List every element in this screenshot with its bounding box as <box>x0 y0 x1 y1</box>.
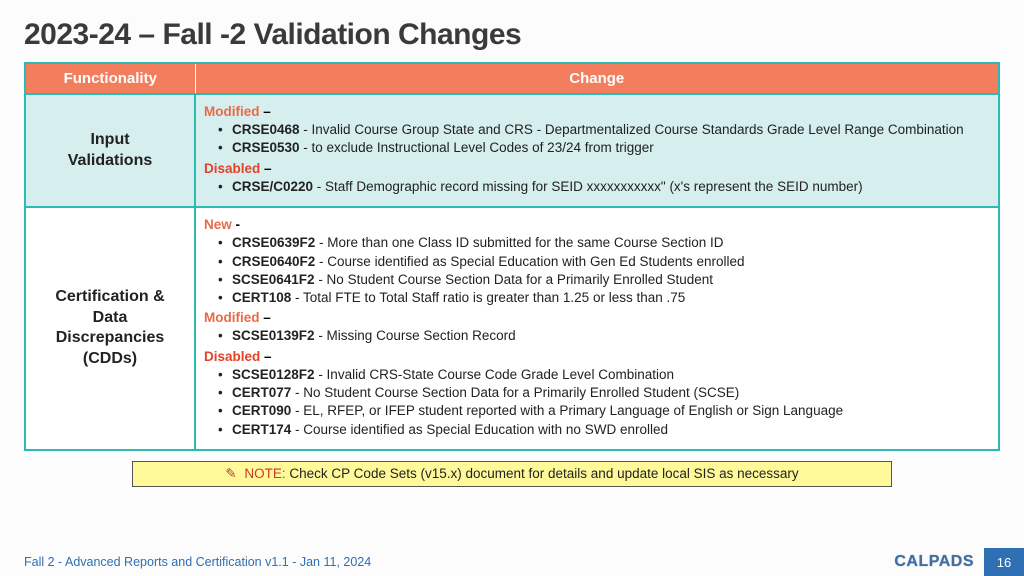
change-tag: Modified <box>204 310 260 325</box>
list-item: CRSE0639F2 - More than one Class ID subm… <box>210 234 986 252</box>
item-text: - Invalid Course Group State and CRS - D… <box>300 122 964 137</box>
list-item: SCSE0139F2 - Missing Course Section Reco… <box>210 327 986 345</box>
code: CERT077 <box>232 385 291 400</box>
list-item: SCSE0641F2 - No Student Course Section D… <box>210 271 986 289</box>
item-text: - to exclude Instructional Level Codes o… <box>300 140 654 155</box>
change-tag: Disabled <box>204 349 260 364</box>
code: SCSE0139F2 <box>232 328 315 343</box>
item-text: - More than one Class ID submitted for t… <box>315 235 723 250</box>
change-tag: New <box>204 217 232 232</box>
item-text: - No Student Course Section Data for a P… <box>315 272 713 287</box>
calpads-logo: CALPADS <box>894 553 984 571</box>
pin-icon: ✎ <box>225 466 236 481</box>
list-item: CERT108 - Total FTE to Total Staff ratio… <box>210 289 986 307</box>
row-content: New -CRSE0639F2 - More than one Class ID… <box>195 207 999 450</box>
code: SCSE0641F2 <box>232 272 315 287</box>
footer: Fall 2 - Advanced Reports and Certificat… <box>0 548 1024 576</box>
list-item: CRSE0468 - Invalid Course Group State an… <box>210 121 986 139</box>
note-label: NOTE: <box>244 466 285 481</box>
table-row: InputValidationsModified –CRSE0468 - Inv… <box>25 94 999 207</box>
item-text: - Staff Demographic record missing for S… <box>313 179 863 194</box>
list-item: CERT090 - EL, RFEP, or IFEP student repo… <box>210 402 986 420</box>
row-head: Certification &DataDiscrepancies(CDDs) <box>25 207 195 450</box>
code: CRSE0468 <box>232 122 300 137</box>
item-text: - Invalid CRS-State Course Code Grade Le… <box>315 367 674 382</box>
item-text: - Course identified as Special Education… <box>315 254 744 269</box>
code: CERT108 <box>232 290 291 305</box>
slide: 2023-24 – Fall -2 Validation Changes Fun… <box>0 0 1024 576</box>
list-item: CRSE0530 - to exclude Instructional Leve… <box>210 139 986 157</box>
item-text: - EL, RFEP, or IFEP student reported wit… <box>291 403 843 418</box>
item-text: - Course identified as Special Education… <box>291 422 668 437</box>
item-text: - Total FTE to Total Staff ratio is grea… <box>291 290 685 305</box>
code: CERT090 <box>232 403 291 418</box>
list-item: SCSE0128F2 - Invalid CRS-State Course Co… <box>210 366 986 384</box>
footer-text: Fall 2 - Advanced Reports and Certificat… <box>24 555 371 569</box>
changes-table: Functionality Change InputValidationsMod… <box>24 62 1000 451</box>
code: CRSE0640F2 <box>232 254 315 269</box>
list-item: CERT174 - Course identified as Special E… <box>210 421 986 439</box>
change-tag: Disabled <box>204 161 260 176</box>
note-bar: ✎ NOTE: Check CP Code Sets (v15.x) docum… <box>132 461 892 487</box>
slide-title: 2023-24 – Fall -2 Validation Changes <box>24 18 1000 52</box>
row-content: Modified –CRSE0468 - Invalid Course Grou… <box>195 94 999 207</box>
code: CRSE0530 <box>232 140 300 155</box>
col-functionality: Functionality <box>25 63 195 94</box>
list-item: CRSE0640F2 - Course identified as Specia… <box>210 253 986 271</box>
list-item: CERT077 - No Student Course Section Data… <box>210 384 986 402</box>
item-text: - Missing Course Section Record <box>315 328 516 343</box>
code: CRSE/C0220 <box>232 179 313 194</box>
page-number: 16 <box>984 548 1024 576</box>
table-row: Certification &DataDiscrepancies(CDDs)Ne… <box>25 207 999 450</box>
row-head: InputValidations <box>25 94 195 207</box>
code: CERT174 <box>232 422 291 437</box>
col-change: Change <box>195 63 999 94</box>
code: SCSE0128F2 <box>232 367 315 382</box>
code: CRSE0639F2 <box>232 235 315 250</box>
item-text: - No Student Course Section Data for a P… <box>291 385 739 400</box>
change-tag: Modified <box>204 104 260 119</box>
list-item: CRSE/C0220 - Staff Demographic record mi… <box>210 178 986 196</box>
note-text: Check CP Code Sets (v15.x) document for … <box>286 466 799 481</box>
